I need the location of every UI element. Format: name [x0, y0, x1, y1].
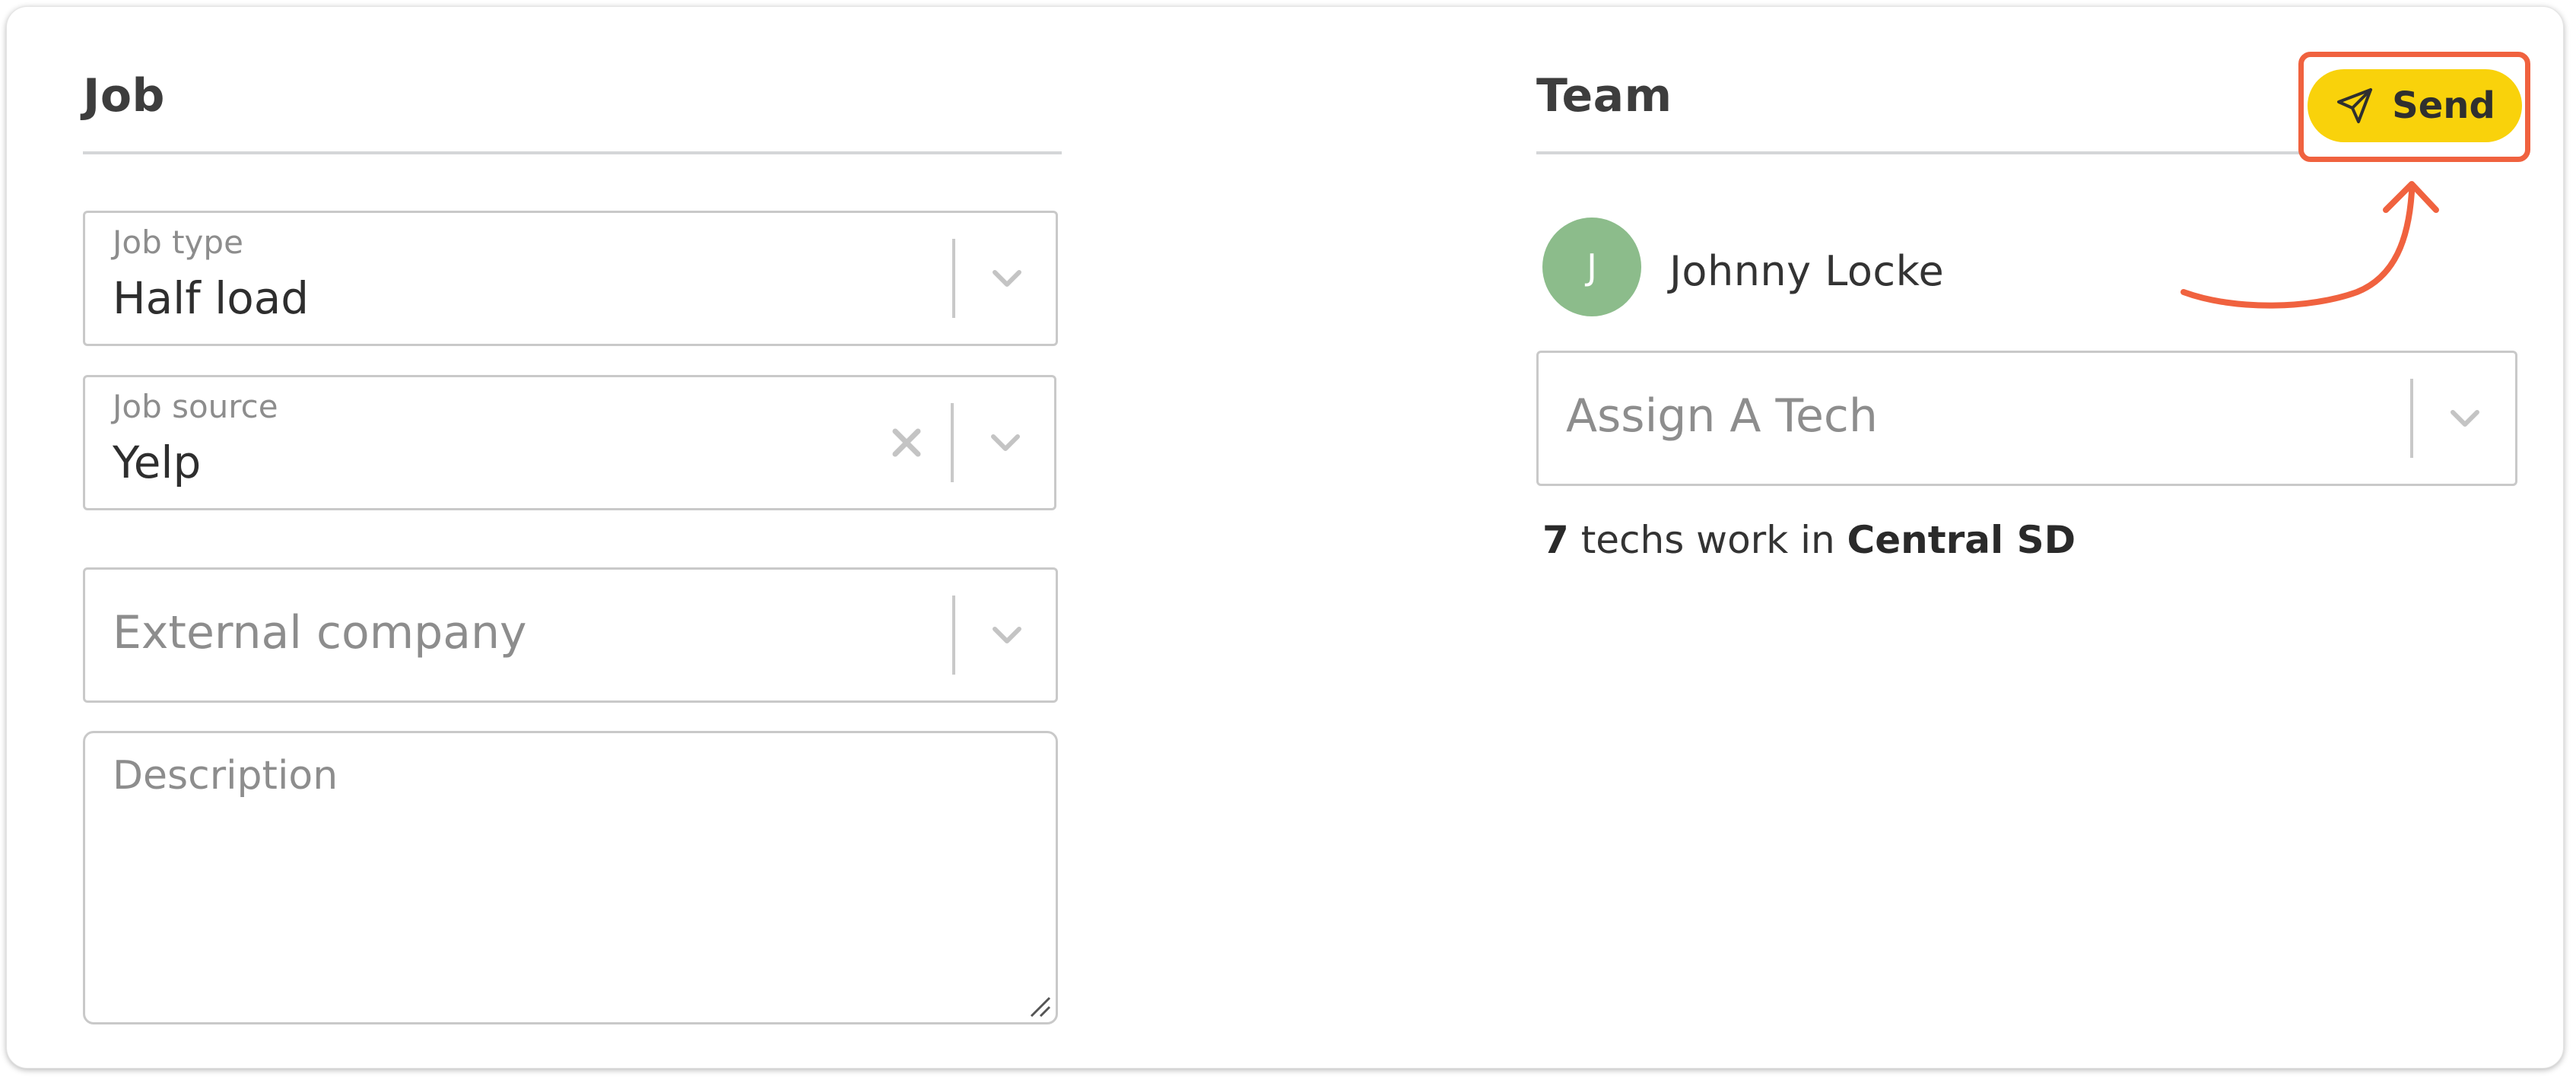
resize-grip-icon[interactable]	[1027, 993, 1053, 1019]
techs-middle-text: techs work in	[1568, 518, 1847, 562]
job-source-value: Yelp	[113, 437, 202, 488]
job-type-label: Job type	[113, 224, 243, 261]
job-title-divider	[83, 151, 1062, 154]
techs-area: Central SD	[1847, 518, 2076, 562]
assign-tech-select[interactable]: Assign A Tech	[1536, 351, 2517, 486]
description-placeholder: Description	[113, 753, 338, 799]
external-company-select[interactable]: External company	[83, 567, 1058, 703]
select-separator	[2410, 379, 2413, 458]
job-team-card: Job Job type Half load Job source Yelp E…	[6, 6, 2564, 1069]
avatar: J	[1542, 218, 1641, 316]
annotation-arrow	[2181, 181, 2439, 309]
clear-icon[interactable]	[888, 424, 926, 462]
send-icon	[2337, 88, 2373, 123]
team-member-name: Johnny Locke	[1669, 247, 1945, 295]
send-button[interactable]: Send	[2308, 69, 2522, 142]
send-button-label: Send	[2392, 84, 2495, 127]
select-separator	[952, 596, 955, 675]
job-source-select[interactable]: Job source Yelp	[83, 375, 1056, 510]
chevron-down-icon[interactable]	[983, 420, 1028, 465]
team-section-title: Team	[1536, 69, 1672, 122]
external-company-placeholder: External company	[113, 606, 527, 659]
assign-tech-placeholder: Assign A Tech	[1566, 389, 1878, 443]
job-type-select[interactable]: Job type Half load	[83, 211, 1058, 346]
techs-count-text: 7 techs work in Central SD	[1542, 518, 2076, 562]
job-type-value: Half load	[113, 272, 310, 324]
team-title-divider	[1536, 151, 2301, 154]
job-source-label: Job source	[113, 388, 278, 425]
select-separator	[952, 239, 955, 318]
description-textarea[interactable]: Description	[83, 731, 1058, 1024]
select-separator	[951, 403, 954, 482]
chevron-down-icon[interactable]	[2442, 395, 2488, 441]
chevron-down-icon[interactable]	[984, 612, 1030, 658]
chevron-down-icon[interactable]	[984, 256, 1030, 301]
techs-count: 7	[1542, 518, 1569, 562]
job-section-title: Job	[83, 69, 165, 122]
